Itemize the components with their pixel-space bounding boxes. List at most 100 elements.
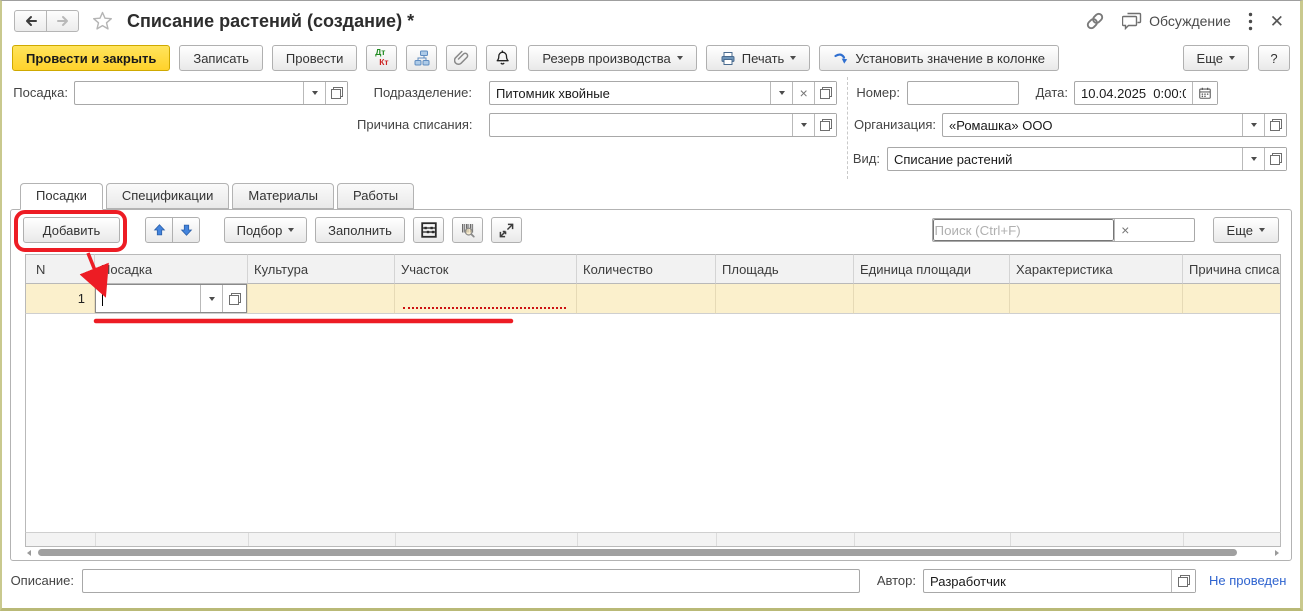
fill-button[interactable]: Заполнить	[315, 217, 405, 243]
column-header-planting[interactable]: Посадка	[95, 254, 248, 284]
organization-dropdown-button[interactable]	[1242, 114, 1264, 136]
cell-row-number[interactable]: 1	[25, 284, 95, 314]
save-button[interactable]: Записать	[179, 45, 263, 71]
pick-button[interactable]: Подбор	[224, 217, 307, 243]
cell-area-unit[interactable]	[854, 284, 1010, 314]
post-and-close-button[interactable]: Провести и закрыть	[12, 45, 171, 71]
column-header-plot[interactable]: Участок	[395, 254, 577, 284]
table-row[interactable]: 1	[25, 284, 1280, 314]
organization-input[interactable]	[943, 114, 1242, 136]
column-header-n[interactable]: N	[25, 254, 95, 284]
column-header-reason[interactable]: Причина списания	[1183, 254, 1280, 284]
column-header-quantity[interactable]: Количество	[577, 254, 716, 284]
more-button[interactable]: Еще	[1182, 45, 1249, 71]
date-input[interactable]	[1075, 82, 1192, 104]
kind-dropdown-button[interactable]	[1242, 148, 1264, 170]
caret-down-icon	[208, 296, 215, 301]
date-calendar-button[interactable]	[1192, 82, 1217, 104]
grid-more-button[interactable]: Еще	[1212, 217, 1279, 243]
department-clear-button[interactable]: ×	[792, 82, 814, 104]
resize-table-button[interactable]	[491, 217, 522, 243]
tab-specifications[interactable]: Спецификации	[105, 183, 230, 209]
barcode-scan-button[interactable]	[452, 217, 483, 243]
author-input[interactable]	[924, 570, 1171, 592]
department-dropdown-button[interactable]	[770, 82, 792, 104]
reminder-button[interactable]	[486, 45, 518, 71]
title-bar: Списание растений (создание) * Обсуждени…	[2, 1, 1300, 41]
set-column-value-button[interactable]: Установить значение в колонке	[819, 45, 1060, 71]
number-input[interactable]	[908, 82, 1018, 104]
planting-input[interactable]	[75, 82, 303, 104]
kind-input[interactable]	[888, 148, 1242, 170]
cell-reason[interactable]	[1183, 284, 1280, 314]
kind-open-button[interactable]	[1264, 148, 1286, 170]
favorite-star-icon[interactable]	[92, 11, 113, 31]
column-header-area[interactable]: Площадь	[716, 254, 854, 284]
add-row-button[interactable]: Добавить	[23, 217, 120, 243]
close-icon[interactable]: ✕	[1270, 13, 1284, 30]
table-empty-area[interactable]	[25, 314, 1281, 532]
kind-label: Вид:	[852, 151, 880, 166]
tab-plantings[interactable]: Посадки	[20, 183, 103, 210]
scrollbar-thumb[interactable]	[38, 549, 1237, 556]
department-open-button[interactable]	[814, 82, 836, 104]
planting-dropdown-button[interactable]	[303, 82, 325, 104]
planting-cell-dropdown-button[interactable]	[200, 285, 222, 312]
tab-works[interactable]: Работы	[336, 183, 415, 209]
accounting-entries-button[interactable]: Дт Кт	[366, 45, 398, 71]
move-up-button[interactable]	[145, 217, 173, 243]
planting-open-button[interactable]	[325, 82, 347, 104]
open-icon	[819, 119, 832, 131]
scroll-left-arrow[interactable]	[27, 549, 31, 556]
planting-cell-open-button[interactable]	[222, 285, 246, 312]
open-icon	[330, 87, 343, 99]
discussion-button[interactable]: Обсуждение	[1122, 12, 1231, 30]
column-header-culture[interactable]: Культура	[248, 254, 395, 284]
description-input[interactable]	[83, 570, 859, 592]
document-structure-button[interactable]	[406, 45, 438, 71]
department-input[interactable]	[490, 82, 770, 104]
organization-open-button[interactable]	[1264, 114, 1286, 136]
menu-dots-icon[interactable]	[1248, 12, 1253, 31]
description-label: Описание:	[10, 573, 74, 588]
post-button[interactable]: Провести	[271, 45, 358, 71]
totals-button[interactable]	[413, 217, 444, 243]
horizontal-scrollbar[interactable]	[25, 547, 1281, 558]
cell-culture[interactable]	[248, 284, 395, 314]
attachments-button[interactable]	[446, 45, 478, 71]
search-clear-button[interactable]: ×	[1113, 219, 1136, 241]
planting-cell-input[interactable]	[103, 285, 200, 312]
cell-plot[interactable]	[395, 284, 577, 314]
production-reserve-button[interactable]: Резерв производства	[528, 45, 697, 71]
back-button[interactable]	[14, 10, 47, 32]
writeoff-reason-open-button[interactable]	[814, 114, 836, 136]
column-header-area-unit[interactable]: Единица площади	[854, 254, 1010, 284]
bell-icon	[496, 50, 509, 65]
tab-materials[interactable]: Материалы	[232, 183, 334, 209]
writeoff-reason-dropdown-button[interactable]	[792, 114, 814, 136]
move-down-button[interactable]	[172, 217, 200, 243]
department-label: Подразделение:	[373, 85, 472, 100]
print-button[interactable]: Печать	[705, 45, 811, 71]
author-open-button[interactable]	[1171, 570, 1195, 592]
page-title: Списание растений (создание) *	[127, 10, 415, 31]
cell-planting[interactable]	[95, 284, 248, 314]
help-button[interactable]: ?	[1258, 45, 1290, 71]
cell-quantity[interactable]	[577, 284, 716, 314]
writeoff-reason-input[interactable]	[490, 114, 792, 136]
caret-down-icon	[1259, 228, 1265, 232]
column-header-characteristic[interactable]: Характеристика	[1010, 254, 1183, 284]
planting-label: Посадка:	[13, 85, 68, 100]
posting-status-link[interactable]: Не проведен	[1209, 569, 1286, 593]
clear-icon: ×	[799, 85, 808, 101]
cell-area[interactable]	[716, 284, 854, 314]
search-field: ×	[931, 218, 1195, 242]
forward-button[interactable]	[46, 10, 79, 32]
plantings-table: N Посадка Культура Участок Количество Пл…	[25, 254, 1281, 314]
structure-icon	[414, 50, 430, 66]
blue-arrow-down-icon	[180, 224, 192, 236]
link-icon[interactable]	[1085, 11, 1105, 31]
scroll-right-arrow[interactable]	[1275, 549, 1279, 556]
search-input[interactable]	[932, 219, 1114, 241]
cell-characteristic[interactable]	[1010, 284, 1183, 314]
